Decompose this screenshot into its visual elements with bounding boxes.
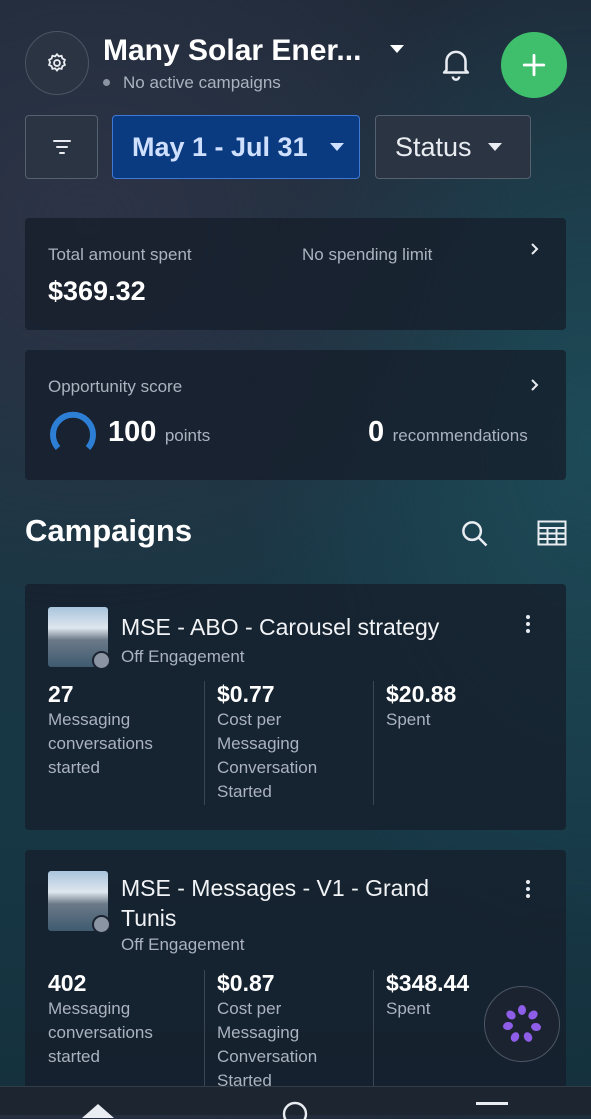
recommendations-label: recommendations	[392, 426, 528, 445]
metric-value: $0.77	[217, 681, 275, 707]
score-value: 100	[108, 416, 157, 448]
metric: $0.87 Cost per Messaging Conversation St…	[217, 970, 337, 1093]
recommendations: 0 recommendations	[368, 416, 528, 449]
spend-card[interactable]: Total amount spent $369.32 No spending l…	[25, 218, 566, 330]
date-range-label: May 1 - Jul 31	[132, 131, 308, 162]
opportunity-label: Opportunity score	[48, 377, 183, 396]
chevron-right-icon	[531, 379, 539, 391]
campaign-status-line: Off Engagement	[121, 647, 245, 667]
campaign-name: MSE - Messages - V1 - Grand Tunis	[121, 875, 430, 931]
filter-icon	[52, 140, 71, 154]
campaign-objective: Engagement	[148, 935, 245, 954]
account-status: No active campaigns	[123, 73, 281, 92]
search-icon[interactable]	[459, 518, 489, 548]
metric-label: Messaging conversations started	[48, 999, 153, 1066]
status-dot	[103, 79, 110, 86]
spend-label: Total amount spent	[48, 245, 192, 264]
metric: 402 Messaging conversations started	[48, 970, 178, 1069]
meta-ai-icon	[503, 1005, 541, 1042]
divider	[373, 970, 374, 1090]
metric-label: Cost per Messaging Conversation Started	[217, 710, 318, 801]
plus-icon	[522, 53, 546, 77]
clock-icon[interactable]	[280, 1099, 310, 1119]
metric: 27 Messaging conversations started	[48, 681, 178, 780]
divider	[204, 681, 205, 805]
campaign-name: MSE - ABO - Carousel strategy	[121, 614, 440, 640]
divider	[373, 681, 374, 805]
kebab-menu-icon[interactable]	[520, 612, 536, 636]
account-name[interactable]: Many Solar Ener...	[103, 34, 361, 68]
account-switcher-caret-icon[interactable]	[390, 45, 404, 53]
opportunity-score: 100 points	[108, 416, 210, 449]
metric: $20.88 Spent	[386, 681, 536, 732]
spend-amount: $369.32	[48, 276, 146, 306]
opportunity-score-card[interactable]: Opportunity score 100 points 0 recommend…	[25, 350, 566, 480]
menu-icon[interactable]	[476, 1102, 508, 1105]
settings-button[interactable]	[25, 31, 89, 95]
notifications-button[interactable]	[437, 44, 475, 82]
create-button[interactable]	[501, 32, 567, 98]
spending-limit-text: No spending limit	[302, 245, 433, 264]
bell-icon	[442, 50, 470, 81]
metric-value: $20.88	[386, 681, 457, 707]
campaign-status: Off	[121, 647, 144, 666]
bottom-navigation	[0, 1086, 591, 1119]
campaign-card[interactable]: MSE - ABO - Carousel strategy Off Engage…	[25, 584, 566, 830]
recommendations-count: 0	[368, 416, 385, 448]
metric-label: Cost per Messaging Conversation Started	[217, 999, 318, 1090]
chevron-down-icon	[329, 143, 344, 151]
metric-label: Messaging conversations started	[48, 710, 153, 777]
score-unit: points	[164, 426, 211, 445]
metric: $0.77 Cost per Messaging Conversation St…	[217, 681, 337, 804]
metric-value: 27	[48, 681, 74, 707]
campaigns-title: Campaigns	[25, 513, 193, 548]
campaign-status-line: Off Engagement	[121, 935, 245, 955]
gear-icon	[47, 52, 67, 72]
metric-value: $0.87	[217, 970, 275, 996]
meta-ai-button[interactable]	[484, 986, 560, 1062]
table-icon[interactable]	[537, 520, 567, 546]
campaign-card[interactable]: MSE - Messages - V1 - Grand Tunis Off En…	[25, 850, 566, 1090]
chevron-down-icon	[487, 143, 502, 151]
filter-button[interactable]	[25, 115, 98, 179]
divider	[204, 970, 205, 1090]
campaign-objective: Engagement	[148, 647, 245, 666]
metric-value: 402	[48, 970, 87, 996]
home-icon[interactable]	[78, 1098, 118, 1118]
campaign-status: Off	[121, 935, 144, 954]
date-range-button[interactable]: May 1 - Jul 31	[112, 115, 360, 179]
off-status-dot	[92, 651, 111, 670]
status-filter-button[interactable]: Status	[375, 115, 531, 179]
off-status-dot	[92, 915, 111, 934]
kebab-menu-icon[interactable]	[520, 877, 536, 901]
metric-label: Spent	[386, 710, 431, 729]
status-filter-label: Status	[395, 131, 472, 162]
chevron-right-icon	[531, 243, 539, 255]
score-ring-icon	[50, 411, 96, 450]
